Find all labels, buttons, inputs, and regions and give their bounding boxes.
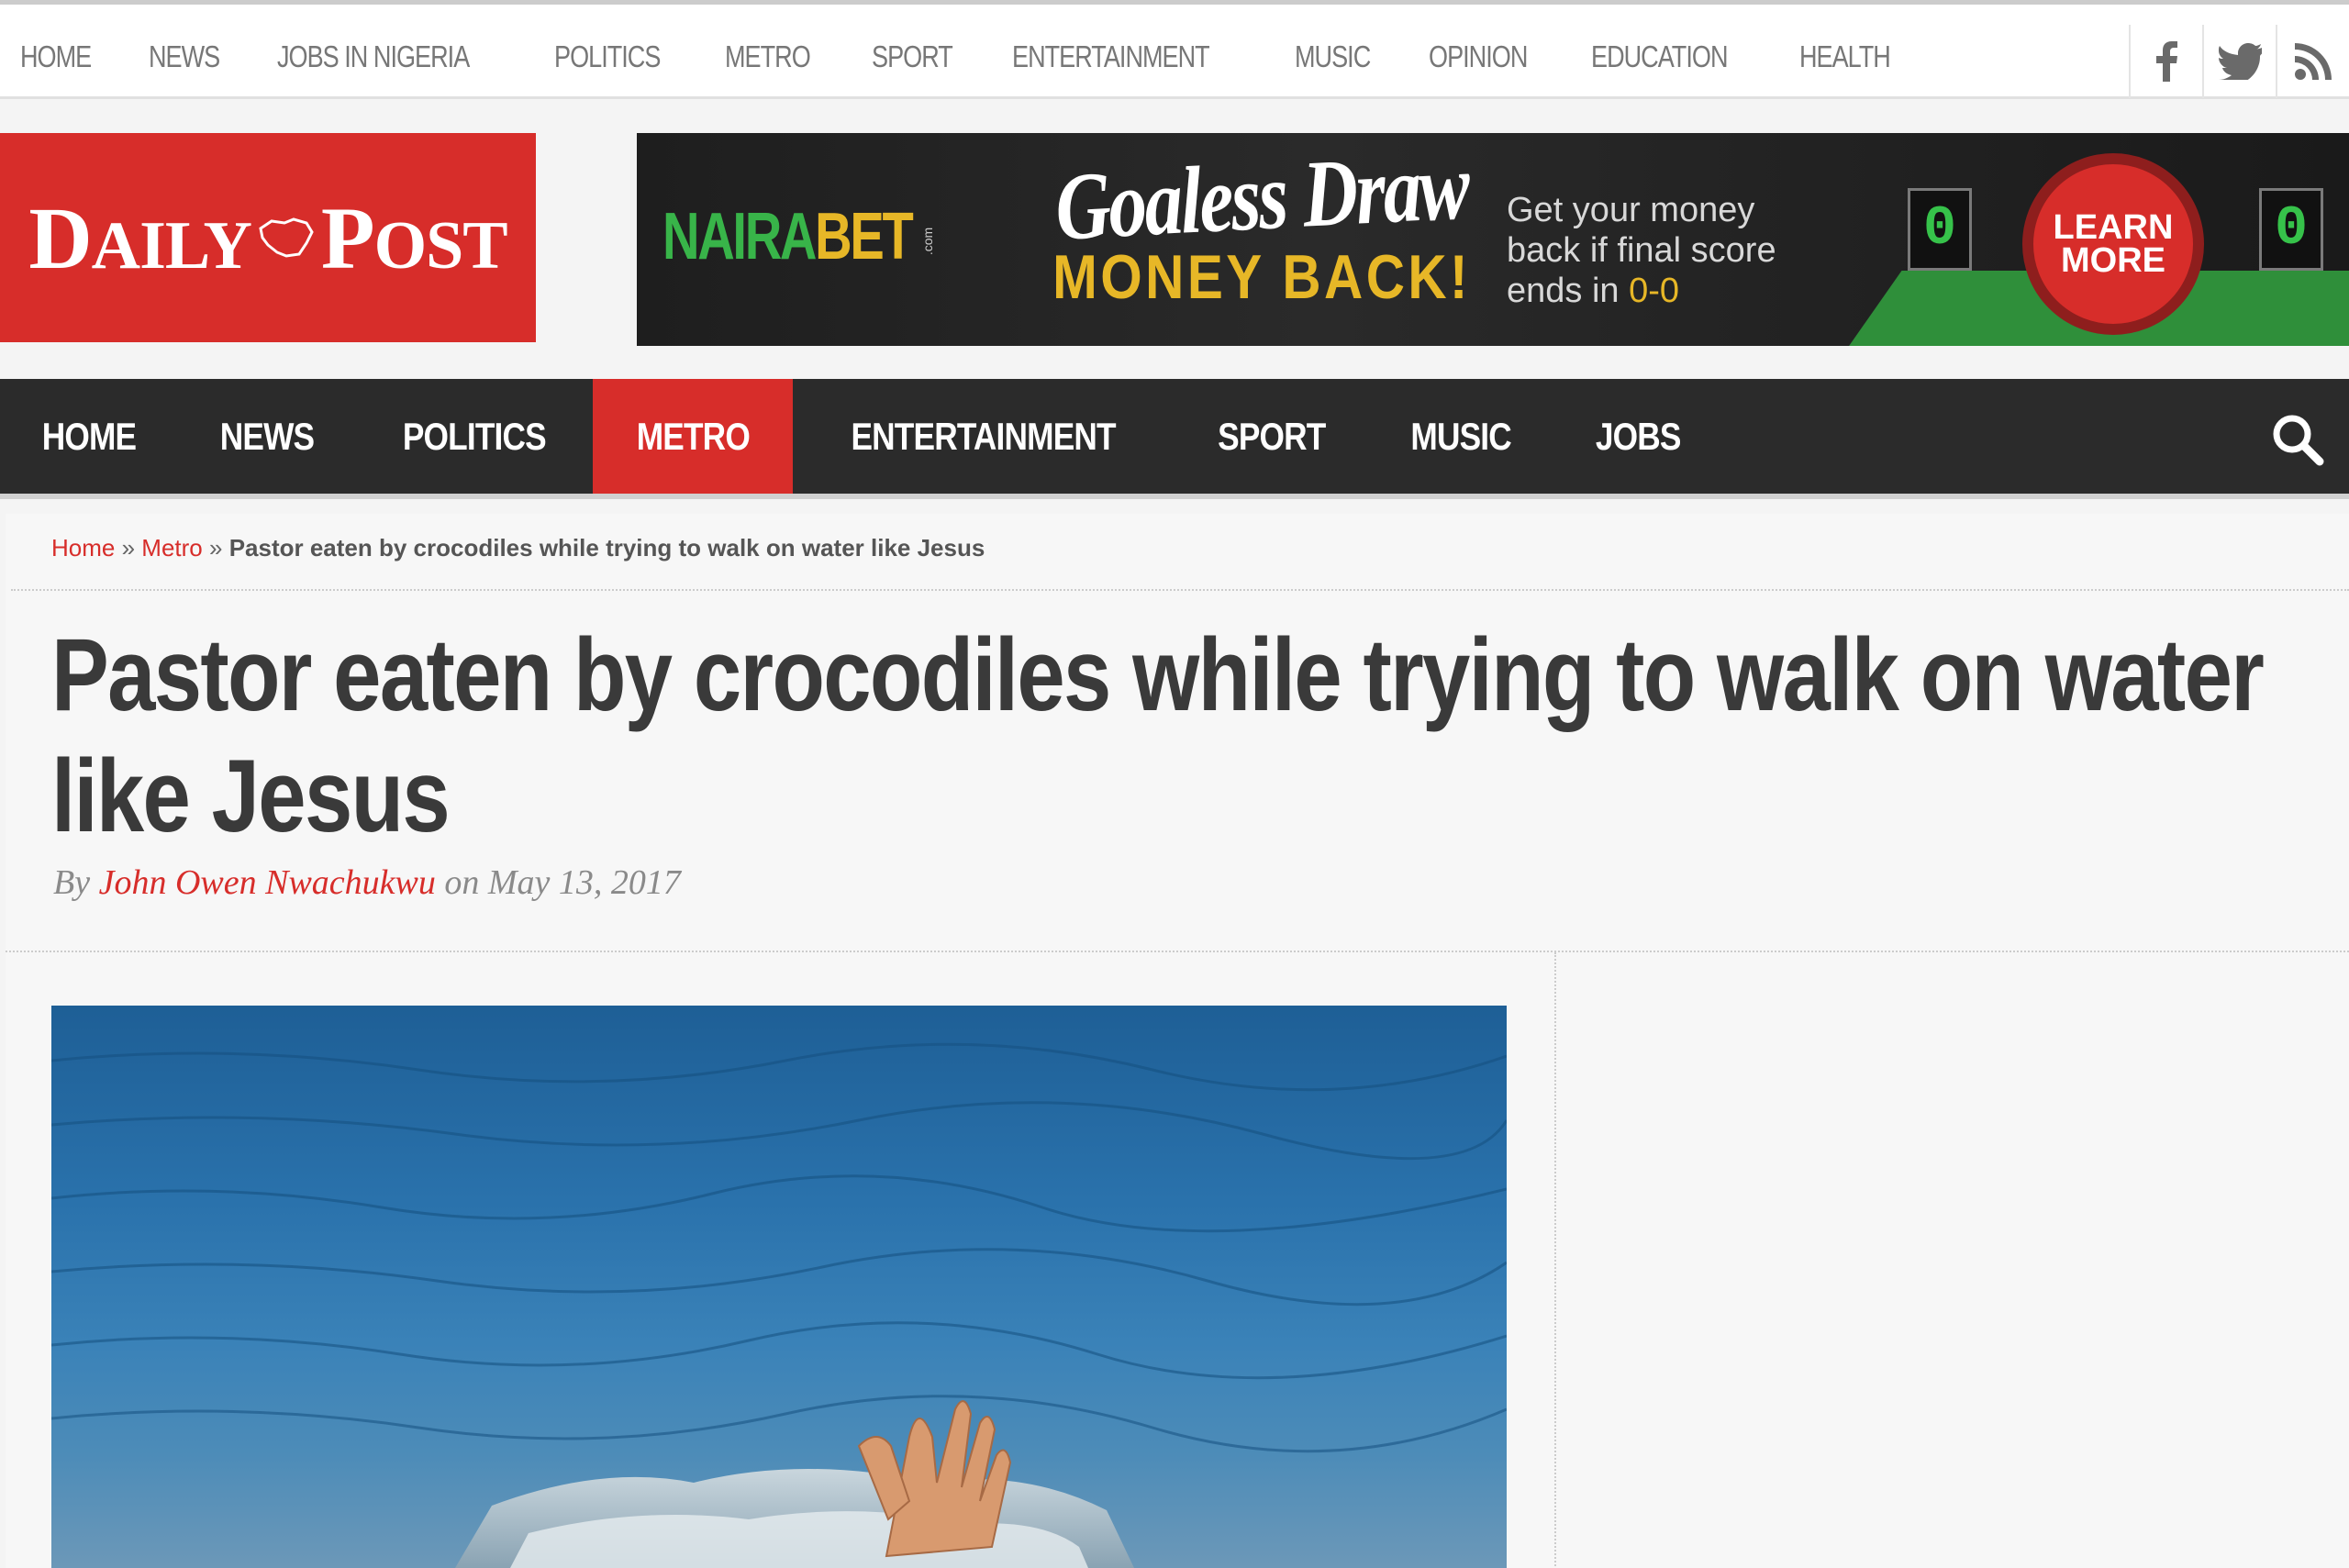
ad-subheadline: MONEY BACK! (1052, 242, 1471, 312)
topnav-health[interactable]: HEALTH (1799, 39, 1891, 74)
ad-copy-line3-prefix: ends in (1507, 272, 1630, 310)
ad-brand-naira: NAIRA (662, 200, 817, 273)
breadcrumb-current: Pastor eaten by crocodiles while trying … (228, 534, 985, 562)
ad-copy-score: 0-0 (1629, 272, 1680, 310)
social-links (2129, 25, 2349, 98)
nav-metro-label: METRO (636, 414, 750, 458)
nav-metro[interactable]: METRO (592, 379, 794, 494)
byline-divider (6, 951, 2349, 952)
topnav-home[interactable]: HOME (20, 39, 92, 74)
site-logo[interactable]: DAILY POST (0, 133, 536, 342)
nav-news[interactable]: NEWS (178, 379, 356, 494)
breadcrumb: Home » Metro » Pastor eaten by crocodile… (51, 534, 985, 562)
nigeria-map-icon (259, 217, 314, 258)
topnav-politics[interactable]: POLITICS (554, 39, 661, 74)
page-title-text: Pastor eaten by crocodiles while trying … (51, 617, 2265, 853)
ad-copy-line3: ends in 0-0 (1507, 271, 1819, 311)
ad-copy-line2: back if final score (1507, 231, 1776, 270)
ad-copy: Get your money back if final score ends … (1507, 190, 1819, 311)
nav-entertainment-label: ENTERTAINMENT (851, 414, 1117, 458)
topnav-news[interactable]: NEWS (149, 39, 220, 74)
topnav-metro[interactable]: METRO (725, 39, 811, 74)
nav-politics[interactable]: POLITICS (356, 379, 593, 494)
nav-sport[interactable]: SPORT (1174, 379, 1369, 494)
topnav-entertainment[interactable]: ENTERTAINMENT (1012, 39, 1210, 74)
nav-jobs-label: JOBS (1595, 414, 1681, 458)
topnav-jobs-in-nigeria[interactable]: JOBS IN NIGERIA (277, 39, 470, 74)
drowning-hand-image (51, 1042, 1507, 1568)
rss-icon (2295, 43, 2332, 80)
topnav-opinion[interactable]: OPINION (1429, 39, 1528, 74)
author-link[interactable]: John Owen Nwachukwu (99, 863, 436, 902)
ad-score-left: 0 (1908, 188, 1972, 271)
main-nav: HOME NEWS POLITICS METRO ENTERTAINMENT S… (0, 379, 2349, 499)
topnav-sport[interactable]: SPORT (872, 39, 953, 74)
nav-politics-label: POLITICS (402, 414, 547, 458)
article-featured-image (51, 1006, 1507, 1568)
ad-brand: NAIRABET (662, 199, 914, 274)
top-nav: HOME NEWS JOBS IN NIGERIA POLITICS METRO… (0, 39, 1932, 74)
search-icon (2273, 415, 2324, 466)
breadcrumb-section[interactable]: Metro (141, 534, 202, 562)
nav-home[interactable]: HOME (0, 379, 178, 494)
breadcrumb-divider (11, 589, 2349, 591)
nav-jobs[interactable]: JOBS (1554, 379, 1721, 494)
top-utility-bar: HOME NEWS JOBS IN NIGERIA POLITICS METRO… (0, 0, 2349, 99)
twitter-button[interactable] (2202, 25, 2276, 98)
page-title: Pastor eaten by crocodiles while trying … (51, 615, 2272, 857)
ad-banner[interactable]: NAIRABET .com Goaless Draw MONEY BACK! G… (637, 133, 2349, 346)
nav-sport-label: SPORT (1217, 414, 1326, 458)
byline-prefix: By (53, 863, 91, 902)
ad-brand-suffix: .com (920, 227, 936, 256)
breadcrumb-sep: » (121, 534, 136, 562)
ad-headline: Goaless Draw (1052, 133, 1471, 261)
topnav-education[interactable]: EDUCATION (1591, 39, 1728, 74)
nav-music-label: MUSIC (1410, 414, 1512, 458)
learn-more-button[interactable]: LEARN MORE (2022, 153, 2204, 335)
logo-part-post: POST (320, 188, 508, 287)
facebook-icon (2156, 41, 2177, 82)
byline-date-prefix: on (444, 863, 480, 902)
byline: By John Owen Nwachukwu on May 13, 2017 (53, 862, 681, 903)
logo-wordmark: DAILY POST (28, 187, 507, 289)
ad-brand-bet: BET (815, 200, 914, 273)
ad-score-right: 0 (2259, 188, 2323, 271)
twitter-icon (2218, 43, 2262, 80)
publish-date: May 13, 2017 (487, 863, 681, 902)
ad-headline-group: Goaless Draw MONEY BACK! (1004, 133, 1520, 313)
article-content: Home » Metro » Pastor eaten by crocodile… (6, 514, 2349, 1568)
search-button[interactable] (2270, 412, 2325, 467)
nav-news-label: NEWS (219, 414, 315, 458)
breadcrumb-home[interactable]: Home (51, 534, 115, 562)
breadcrumb-sep: » (209, 534, 223, 562)
facebook-button[interactable] (2129, 25, 2202, 98)
rss-button[interactable] (2276, 25, 2349, 98)
nav-home-label: HOME (41, 414, 137, 458)
nav-entertainment[interactable]: ENTERTAINMENT (793, 379, 1174, 494)
ad-copy-line1: Get your money (1507, 191, 1755, 229)
nav-music[interactable]: MUSIC (1368, 379, 1553, 494)
logo-part-daily: DAILY (28, 188, 252, 287)
sidebar-divider (1554, 952, 1556, 1568)
topnav-music[interactable]: MUSIC (1295, 39, 1371, 74)
